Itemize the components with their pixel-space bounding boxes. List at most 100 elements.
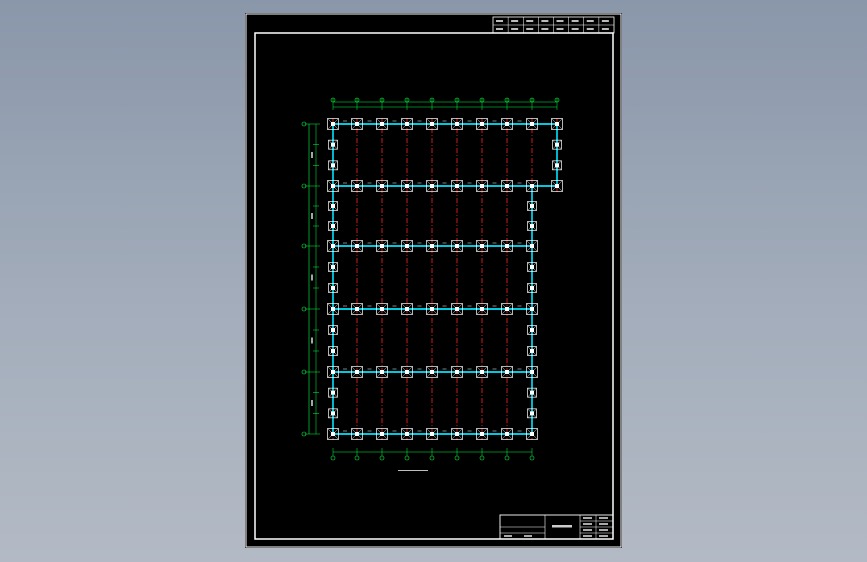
column-stub: [430, 244, 434, 248]
column-stub: [331, 224, 335, 228]
column-stub: [355, 432, 359, 436]
dimension-value-mark: [311, 337, 313, 344]
column-stub: [455, 370, 459, 374]
column-stub: [480, 370, 484, 374]
column-stub: [530, 244, 534, 248]
column-stub: [480, 432, 484, 436]
column-stub: [455, 244, 459, 248]
column-stub: [331, 142, 335, 147]
column-stub: [405, 122, 409, 126]
column-stub: [331, 328, 335, 332]
column-stub: [331, 244, 335, 248]
column-stub: [405, 244, 409, 248]
stamp-cell-mark: [571, 20, 579, 22]
stamp-cell-mark: [526, 20, 534, 22]
column-stub: [331, 370, 335, 374]
dimension-value-mark: [311, 152, 313, 158]
column-stub: [505, 244, 509, 248]
column-stub: [530, 224, 534, 228]
column-stub: [355, 184, 359, 188]
stamp-cell-mark: [586, 20, 594, 22]
column-stub: [505, 432, 509, 436]
column-stub: [405, 432, 409, 436]
stamp-cell-mark: [511, 20, 519, 22]
column-stub: [480, 307, 484, 311]
column-stub: [530, 184, 534, 188]
title-block-field-mark: [583, 523, 592, 525]
column-stub: [530, 349, 534, 353]
column-stub: [355, 244, 359, 248]
column-stub: [380, 244, 384, 248]
column-stub: [480, 184, 484, 188]
title-block-field-mark: [583, 535, 592, 537]
column-stub: [530, 370, 534, 374]
cad-viewport[interactable]: [0, 0, 867, 562]
column-stub: [505, 122, 509, 126]
column-stub: [530, 328, 534, 332]
column-stub: [530, 432, 534, 436]
column-stub: [355, 370, 359, 374]
column-stub: [555, 142, 559, 147]
column-stub: [430, 122, 434, 126]
stamp-cell-mark: [556, 20, 564, 22]
column-stub: [455, 184, 459, 188]
title-block-field-mark: [599, 523, 608, 525]
column-stub: [455, 307, 459, 311]
title-block-field-mark: [583, 517, 592, 519]
title-block-field-mark: [599, 529, 608, 531]
column-stub: [331, 122, 335, 126]
column-stub: [530, 390, 534, 395]
column-stub: [530, 286, 534, 290]
column-stub: [380, 370, 384, 374]
column-stub: [480, 244, 484, 248]
column-stub: [530, 307, 534, 311]
title-block-field-mark: [599, 535, 608, 537]
stamp-cell-mark: [571, 28, 579, 30]
dimension-value-mark: [311, 400, 313, 406]
title-block-name-mark: [552, 525, 572, 528]
column-stub: [555, 184, 559, 188]
drawing-canvas[interactable]: [0, 0, 867, 562]
column-stub: [505, 370, 509, 374]
column-stub: [530, 204, 534, 208]
stamp-cell-mark: [511, 28, 519, 30]
stamp-cell-mark: [496, 20, 503, 22]
column-stub: [405, 370, 409, 374]
title-block-field-mark: [599, 517, 608, 519]
column-stub: [455, 432, 459, 436]
dimension-value-mark: [311, 213, 313, 219]
column-stub: [355, 122, 359, 126]
column-stub: [405, 184, 409, 188]
column-stub: [331, 204, 335, 208]
column-stub: [331, 265, 335, 269]
column-stub: [331, 432, 335, 436]
column-stub: [355, 307, 359, 311]
column-stub: [331, 390, 335, 395]
column-stub: [530, 122, 534, 126]
column-stub: [380, 184, 384, 188]
stamp-cell-mark: [556, 28, 564, 30]
column-stub: [430, 370, 434, 374]
column-stub: [380, 307, 384, 311]
column-stub: [530, 265, 534, 269]
column-stub: [380, 432, 384, 436]
title-block-field-mark: [583, 529, 592, 531]
stamp-cell-mark: [496, 28, 503, 30]
title-block-field-mark: [524, 535, 532, 537]
column-stub: [480, 122, 484, 126]
column-stub: [530, 411, 534, 416]
drawing-sheet: [245, 13, 622, 548]
stamp-cell-mark: [541, 20, 549, 22]
dimension-value-mark: [311, 274, 313, 281]
stamp-cell-mark: [601, 20, 609, 22]
column-stub: [331, 411, 335, 416]
column-stub: [455, 122, 459, 126]
stamp-cell-mark: [526, 28, 534, 30]
stamp-cell-mark: [541, 28, 549, 30]
column-stub: [505, 184, 509, 188]
stamp-cell-mark: [586, 28, 594, 30]
column-stub: [405, 307, 409, 311]
column-stub: [430, 432, 434, 436]
stamp-cell-mark: [601, 28, 609, 30]
column-stub: [331, 184, 335, 188]
